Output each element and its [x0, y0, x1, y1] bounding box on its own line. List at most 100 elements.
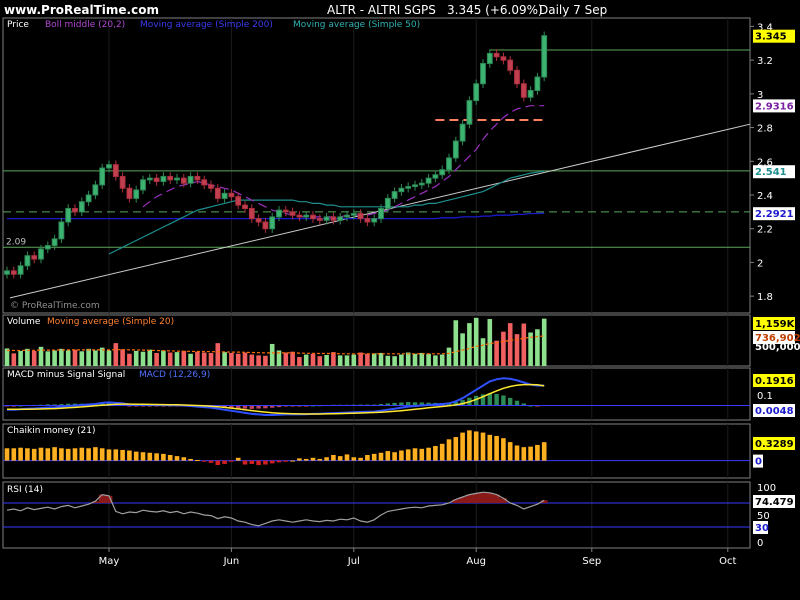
volume-bar	[358, 352, 363, 366]
chaikin-bar	[324, 457, 329, 461]
candle-body	[85, 194, 92, 203]
price-tick-label: 1.8	[757, 292, 773, 303]
volume-bar	[133, 350, 139, 366]
volume-bar	[31, 350, 37, 366]
candle-body	[289, 211, 296, 216]
chaikin-bar	[494, 435, 499, 461]
chaikin-bar	[106, 449, 112, 461]
rsi-tick-label: 100	[757, 483, 776, 494]
price-tick-label: 2	[757, 258, 763, 269]
volume-bar	[453, 320, 459, 366]
volume-bar	[541, 318, 547, 366]
candle-body	[364, 218, 371, 223]
chaikin-bar	[167, 455, 173, 461]
volume-bar	[140, 351, 146, 366]
chaikin-bar	[256, 460, 261, 466]
candle-body	[337, 216, 344, 221]
chaikin-bar	[405, 449, 411, 461]
volume-bar	[378, 352, 384, 366]
volume-bar	[269, 343, 275, 366]
volume-bar	[405, 352, 411, 366]
chaikin-bar	[507, 442, 513, 461]
price-tick-label: 2.8	[757, 124, 773, 135]
candle-body	[10, 270, 17, 275]
volume-bar	[215, 343, 221, 366]
candle-body	[92, 184, 99, 196]
chaikin-bar	[337, 456, 343, 461]
chaikin-bar	[433, 446, 438, 461]
volume-bar	[256, 355, 261, 366]
volume-bar	[501, 331, 506, 366]
candle-body	[201, 179, 208, 186]
chaikin-bar	[38, 447, 44, 461]
volume-bar	[317, 356, 323, 366]
rsi-legend: RSI (14)	[7, 485, 43, 495]
chaikin-bar	[181, 457, 187, 461]
volume-bar	[147, 349, 153, 366]
volume-bar	[45, 351, 51, 366]
candle-body	[194, 175, 201, 181]
candle-body	[248, 207, 255, 220]
chaikin-bar	[208, 460, 214, 463]
candle-body	[174, 177, 180, 181]
chaikin-bar	[331, 455, 336, 461]
volume-bar	[324, 354, 329, 366]
chaikin-bar	[303, 458, 309, 461]
candle-body	[425, 177, 432, 184]
price-legend-boll: Boll middle (20,2)	[45, 20, 125, 30]
candle-body	[541, 35, 548, 78]
candle-body	[112, 164, 119, 177]
candle-body	[255, 218, 262, 223]
volume-bar	[235, 353, 241, 366]
candle-body	[78, 201, 85, 213]
candle-body	[412, 184, 418, 188]
price-legend-ma200: Moving average (Simple 200)	[140, 20, 273, 30]
macd-tick-label: 0.1	[757, 391, 773, 402]
price-tick-label: 2.4	[757, 191, 773, 202]
chaikin-bar	[18, 447, 23, 461]
candle-body	[72, 207, 78, 213]
candle-body	[160, 175, 167, 183]
volume-bar	[487, 319, 493, 366]
chaikin-bar	[79, 447, 85, 461]
chaikin-bar	[514, 445, 520, 461]
rsi-30-tag: 30	[755, 523, 769, 534]
chaikin-bar	[385, 451, 391, 461]
candle-body	[507, 59, 514, 71]
chaikin-bar	[480, 432, 486, 461]
chaikin-bar	[528, 446, 533, 461]
volume-bar	[494, 340, 499, 366]
x-tick-label: Oct	[719, 556, 736, 567]
volume-bar	[480, 338, 486, 366]
volume-bar	[535, 329, 540, 366]
chaikin-bar	[222, 460, 227, 464]
volume-bar	[426, 353, 431, 366]
macd-histogram-bar	[508, 397, 513, 406]
chaikin-bar	[229, 460, 234, 462]
candle-body	[378, 207, 384, 220]
chaikin-bar	[242, 460, 248, 465]
chaikin-bar	[460, 432, 465, 461]
candle-body	[316, 218, 323, 221]
macd-signal-tag: 0.0048	[755, 406, 794, 417]
chaikin-bar	[25, 448, 30, 461]
candle-body	[303, 214, 310, 218]
chaikin-bar	[365, 455, 370, 461]
candle-body	[180, 177, 187, 184]
candle-body	[221, 192, 228, 199]
candle-body	[208, 184, 214, 189]
chaikin-bar	[399, 450, 404, 461]
macd-histogram-bar	[249, 405, 254, 409]
chaikin-bar	[120, 449, 125, 461]
x-tick-label: Sep	[582, 556, 601, 567]
candle-body	[500, 56, 507, 61]
candle-body	[514, 69, 520, 85]
rsi-tag: 74.479	[755, 497, 794, 508]
candle-body	[527, 89, 534, 98]
candle-body	[330, 216, 337, 221]
price-tick-label: 3.2	[757, 56, 773, 67]
macd-y-ticks: 0.1	[757, 391, 773, 402]
candle-body	[106, 164, 112, 169]
chaikin-bar	[290, 460, 295, 462]
candle-body	[119, 175, 126, 189]
